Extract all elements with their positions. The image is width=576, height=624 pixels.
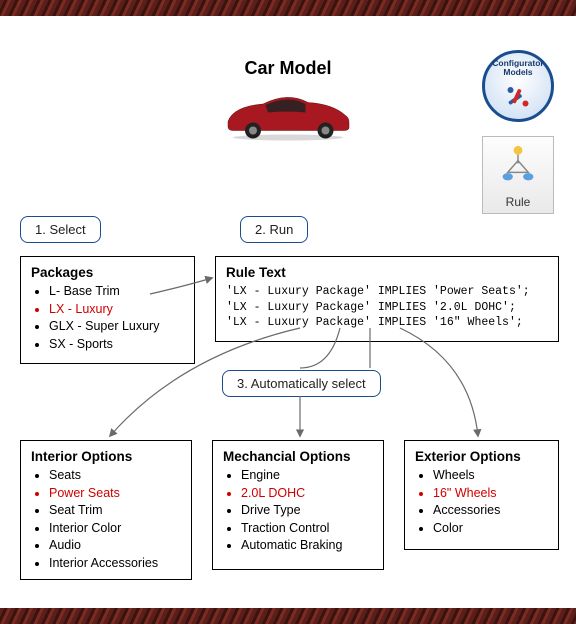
list-item: Drive Type xyxy=(241,502,373,520)
car-image xyxy=(218,86,358,142)
list-item: Interior Color xyxy=(49,520,181,538)
rule-text-box: Rule Text 'LX - Luxury Package' IMPLIES … xyxy=(215,256,559,342)
rule-text-code: 'LX - Luxury Package' IMPLIES 'Power Sea… xyxy=(226,284,548,331)
list-item: 2.0L DOHC xyxy=(241,485,373,503)
list-item: Wheels xyxy=(433,467,548,485)
packages-title: Packages xyxy=(31,265,184,280)
list-item: 16" Wheels xyxy=(433,485,548,503)
mechanical-list: Engine2.0L DOHCDrive TypeTraction Contro… xyxy=(223,467,373,555)
list-item: SX - Sports xyxy=(49,336,184,354)
step-3-auto-select: 3. Automatically select xyxy=(222,370,381,397)
bottom-texture-bar xyxy=(0,608,576,624)
list-item: Interior Accessories xyxy=(49,555,181,573)
list-item: Accessories xyxy=(433,502,548,520)
top-texture-bar xyxy=(0,0,576,16)
exterior-options-box: Exterior Options Wheels16" WheelsAccesso… xyxy=(404,440,559,550)
diagram-content: Car Model Configurator Models Ru xyxy=(0,16,576,608)
list-item: Seat Trim xyxy=(49,502,181,520)
list-item: Seats xyxy=(49,467,181,485)
rule-text-title: Rule Text xyxy=(226,265,548,280)
mechanical-title: Mechancial Options xyxy=(223,449,373,464)
interior-title: Interior Options xyxy=(31,449,181,464)
list-item: Traction Control xyxy=(241,520,373,538)
mechanical-options-box: Mechancial Options Engine2.0L DOHCDrive … xyxy=(212,440,384,570)
rule-flow-icon xyxy=(496,143,540,187)
list-item: Engine xyxy=(241,467,373,485)
tools-icon xyxy=(503,81,533,111)
exterior-title: Exterior Options xyxy=(415,449,548,464)
rule-box-label: Rule xyxy=(506,195,531,209)
list-item: L- Base Trim xyxy=(49,283,184,301)
list-item: LX - Luxury xyxy=(49,301,184,319)
step-1-select: 1. Select xyxy=(20,216,101,243)
configurator-label: Configurator Models xyxy=(485,59,551,77)
list-item: GLX - Super Luxury xyxy=(49,318,184,336)
packages-list: L- Base TrimLX - LuxuryGLX - Super Luxur… xyxy=(31,283,184,353)
configurator-models-badge: Configurator Models xyxy=(482,50,554,122)
list-item: Audio xyxy=(49,537,181,555)
exterior-list: Wheels16" WheelsAccessoriesColor xyxy=(415,467,548,537)
list-item: Power Seats xyxy=(49,485,181,503)
interior-options-box: Interior Options SeatsPower SeatsSeat Tr… xyxy=(20,440,192,580)
list-item: Automatic Braking xyxy=(241,537,373,555)
packages-box: Packages L- Base TrimLX - LuxuryGLX - Su… xyxy=(20,256,195,364)
list-item: Color xyxy=(433,520,548,538)
rule-box: Rule xyxy=(482,136,554,214)
step-2-run: 2. Run xyxy=(240,216,308,243)
interior-list: SeatsPower SeatsSeat TrimInterior ColorA… xyxy=(31,467,181,572)
